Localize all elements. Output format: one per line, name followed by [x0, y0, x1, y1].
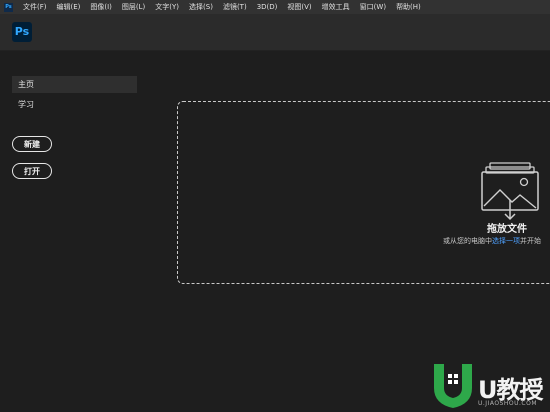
app-header: Ps [0, 14, 550, 51]
drop-zone-title: 拖放文件 [487, 224, 527, 235]
menu-select[interactable]: 选择(S) [184, 2, 218, 12]
watermark-url: U.JIAOSHOU.COM [478, 400, 537, 407]
menu-help[interactable]: 帮助(H) [391, 2, 426, 12]
menu-image[interactable]: 图像(I) [85, 2, 117, 12]
sidebar-item-home[interactable]: 主页 [12, 76, 137, 93]
drop-zone[interactable] [177, 101, 550, 284]
menu-type[interactable]: 文字(Y) [150, 2, 184, 12]
open-button[interactable]: 打开 [12, 163, 52, 179]
menu-3d[interactable]: 3D(D) [252, 3, 283, 11]
new-button[interactable]: 新建 [12, 136, 52, 152]
photoshop-app-icon[interactable]: Ps [4, 2, 13, 12]
drop-subtitle-suffix: 并开始 [520, 237, 541, 245]
select-file-link[interactable]: 选择一项 [492, 237, 520, 245]
menu-bar: Ps 文件(F) 编辑(E) 图像(I) 图层(L) 文字(Y) 选择(S) 滤… [0, 0, 550, 14]
menu-view[interactable]: 视图(V) [282, 2, 316, 12]
drop-subtitle-prefix: 或从您的电脑中 [443, 237, 492, 245]
menu-filter[interactable]: 滤镜(T) [218, 2, 252, 12]
menu-file[interactable]: 文件(F) [18, 2, 52, 12]
photoshop-logo[interactable]: Ps [12, 22, 32, 42]
drop-zone-subtitle: 或从您的电脑中选择一项并开始 [443, 236, 541, 246]
u-shield-logo-icon [434, 364, 472, 408]
menu-window[interactable]: 窗口(W) [355, 2, 391, 12]
menu-plugins[interactable]: 增效工具 [317, 2, 355, 12]
image-stack-download-icon [481, 162, 539, 221]
menu-edit[interactable]: 编辑(E) [52, 2, 86, 12]
menu-layer[interactable]: 图层(L) [117, 2, 150, 12]
sidebar-item-learn[interactable]: 学习 [12, 96, 137, 113]
